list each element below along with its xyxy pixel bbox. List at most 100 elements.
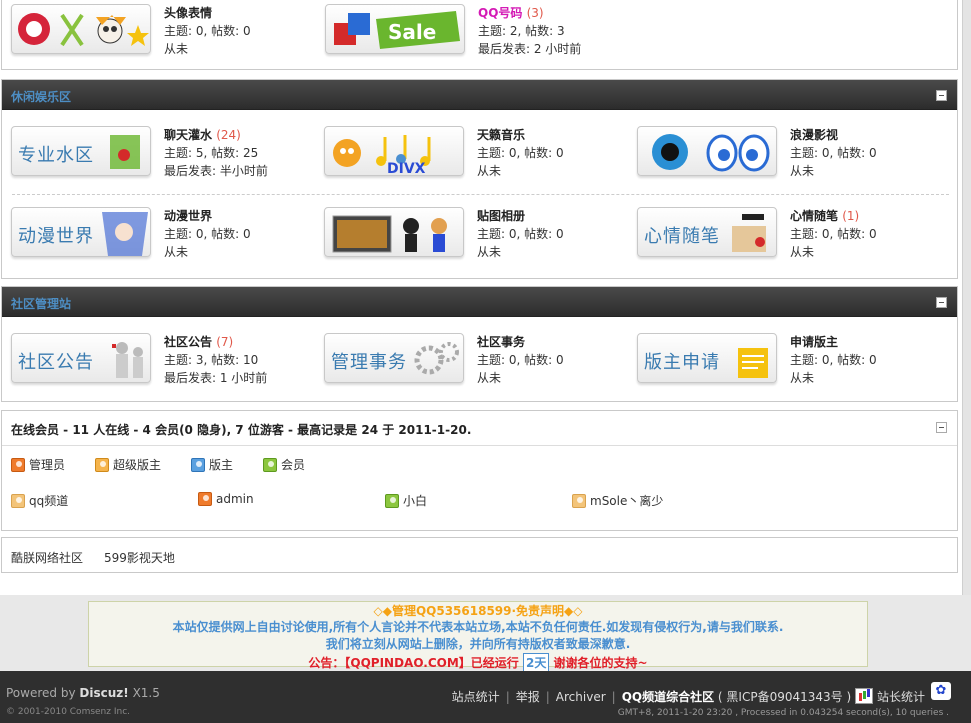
processing-info: GMT+8, 2011-1-20 23:20 , Processed in 0.… [617, 708, 949, 718]
forum-last-post: 从未 [477, 371, 502, 385]
forum-name[interactable]: QQ号码 (3) [478, 4, 544, 21]
gears-icon[interactable]: 管理事务 [324, 333, 464, 383]
online-summary[interactable]: 在线会员 - 11 人在线 - 4 会员(0 隐身), 7 位游客 - 最高记录… [11, 421, 471, 438]
forum-qq-number[interactable]: Sale QQ号码 (3) 主题: 2, 帖数: 3 最后发表: 2 小时前 [316, 0, 626, 58]
forum-stats: 主题: 0, 帖数: 0 [790, 227, 877, 241]
forum-name[interactable]: 聊天灌水 (24) [164, 126, 241, 143]
friend-link[interactable]: 酷朕网络社区 [11, 549, 83, 566]
forum-last-post: 从未 [477, 164, 502, 178]
site-stats-link[interactable]: 站点统计 [452, 690, 500, 704]
member-icon [11, 494, 25, 508]
forum-last-post: 最后发表: 1 小时前 [164, 371, 268, 385]
copyright: © 2001-2010 Comsenz Inc. [6, 707, 131, 717]
forum-stats: 主题: 0, 帖数: 0 [477, 146, 564, 160]
notice-line: 本站仅提供网上自由讨论使用,所有个人言论并不代表本站立场,本站不负任何责任.如发… [172, 620, 784, 634]
eyes-icon[interactable] [637, 126, 777, 176]
section-header[interactable]: 社区管理站 [2, 287, 957, 317]
sale-icon[interactable]: Sale [325, 4, 465, 54]
water-zone-icon[interactable]: 专业水区 [11, 126, 151, 176]
forum-announcements[interactable]: 社区公告 社区公告 (7) 主题: 3, 帖数: 10 最后发表: 1 小时前 [2, 327, 312, 387]
forum-stats: 主题: 0, 帖数: 0 [164, 227, 251, 241]
member-icon [263, 458, 277, 472]
super-moderator-icon [95, 458, 109, 472]
diary-icon[interactable]: 心情随笔 [637, 207, 777, 257]
sale-banner-text: Sale [388, 20, 436, 44]
forum-index-page: 头像表情 主题: 0, 帖数: 0 从未 Sale QQ号码 (3) 主题: 2… [0, 0, 971, 723]
forum-stats: 主题: 0, 帖数: 0 [790, 353, 877, 367]
forum-stats: 主题: 0, 帖数: 0 [164, 24, 251, 38]
forum-stats: 主题: 0, 帖数: 0 [790, 146, 877, 160]
divx-text: DIVX [387, 161, 426, 176]
icp-link[interactable]: ( 黑ICP备09041343号 ) [718, 690, 851, 704]
new-post-count: (7) [216, 335, 234, 349]
online-user[interactable]: qq频道 [11, 492, 68, 508]
forum-name[interactable]: 动漫世界 [164, 207, 212, 224]
site-name-link[interactable]: QQ频道综合社区 [622, 690, 714, 704]
online-user[interactable]: 小白 [385, 492, 427, 508]
forum-last-post: 从未 [790, 164, 815, 178]
vertical-scrollbar[interactable] [962, 0, 971, 595]
friend-link[interactable]: 599影视天地 [104, 549, 175, 566]
footer-links: 站点统计 | 举报 | Archiver | QQ频道综合社区 ( 黑ICP备0904134… [451, 688, 925, 704]
forum-last-post: 最后发表: 半小时前 [164, 164, 268, 178]
section-leisure: 休闲娱乐区 专业水区 聊天灌水 (24) 主题: 5, 帖数: 25 最后发表:… [1, 79, 958, 279]
powered-by[interactable]: Powered by Discuz! X1.5 [6, 686, 160, 700]
section-header[interactable]: 休闲娱乐区 [2, 80, 957, 110]
section-top: 头像表情 主题: 0, 帖数: 0 从未 Sale QQ号码 (3) 主题: 2… [1, 0, 958, 70]
forum-name[interactable]: 心情随笔 (1) [790, 207, 859, 224]
discuz-link[interactable]: Discuz! [79, 686, 128, 700]
legend-admin: 管理员 [11, 456, 65, 472]
forum-name[interactable]: 社区公告 (7) [164, 333, 233, 350]
notice-line: 我们将立刻从网站上删除，并向所有持版权者致最深歉意. [325, 637, 631, 651]
section-title[interactable]: 休闲娱乐区 [11, 88, 71, 105]
forum-chat[interactable]: 专业水区 聊天灌水 (24) 主题: 5, 帖数: 25 最后发表: 半小时前 [2, 120, 312, 180]
disclaimer-notice: ◇◆管理QQ535618599·免责声明◆◇ 本站仅提供网上自由讨论使用,所有个… [88, 601, 868, 672]
online-user[interactable]: admin [198, 492, 254, 508]
collapse-icon[interactable] [936, 422, 947, 433]
forum-name[interactable]: 天籁音乐 [477, 126, 525, 143]
forum-stats: 主题: 0, 帖数: 0 [477, 227, 564, 241]
photo-album-icon[interactable] [324, 207, 464, 257]
forum-diary[interactable]: 心情随笔 心情随笔 (1) 主题: 0, 帖数: 0 从未 [628, 201, 938, 261]
baidu-paw-icon[interactable]: ✿ [931, 682, 951, 700]
archiver-link[interactable]: Archiver [556, 690, 606, 704]
webmaster-stats-link[interactable]: 站长统计 [877, 690, 925, 704]
forum-photos[interactable]: 贴图相册 主题: 0, 帖数: 0 从未 [315, 201, 625, 261]
legend-member: 会员 [263, 456, 305, 472]
announcement-icon[interactable]: 社区公告 [11, 333, 151, 383]
avatar-emoji-icon[interactable] [11, 4, 151, 54]
forum-last-post: 从未 [164, 245, 189, 259]
forum-name[interactable]: 申请版主 [790, 333, 838, 350]
music-divx-icon[interactable]: DIVX [324, 126, 464, 176]
new-post-count: (1) [842, 209, 860, 223]
cnzz-stats-icon[interactable] [855, 688, 874, 704]
section-title[interactable]: 社区管理站 [11, 295, 71, 312]
forum-music[interactable]: DIVX 天籁音乐 主题: 0, 帖数: 0 从未 [315, 120, 625, 180]
footer-bar: Powered by Discuz! X1.5 © 2001-2010 Coms… [0, 671, 971, 723]
member-icon [385, 494, 399, 508]
forum-affairs[interactable]: 管理事务 社区事务 主题: 0, 帖数: 0 从未 [315, 327, 625, 387]
forum-anime[interactable]: 动漫世界 动漫世界 主题: 0, 帖数: 0 从未 [2, 201, 312, 261]
forum-stats: 主题: 3, 帖数: 10 [164, 353, 259, 367]
forum-name[interactable]: 头像表情 [164, 4, 212, 21]
collapse-icon[interactable] [936, 297, 947, 308]
legend-moderator: 版主 [191, 456, 233, 472]
forum-stats: 主题: 2, 帖数: 3 [478, 24, 565, 38]
forum-name[interactable]: 贴图相册 [477, 207, 525, 224]
forum-last-post: 从未 [790, 245, 815, 259]
forum-avatar-emoji[interactable]: 头像表情 主题: 0, 帖数: 0 从未 [2, 0, 312, 58]
online-user[interactable]: mSole丶离少 [572, 492, 663, 508]
collapse-icon[interactable] [936, 90, 947, 101]
admin-user-icon [11, 458, 25, 472]
forum-stats: 主题: 5, 帖数: 25 [164, 146, 259, 160]
moderator-apply-icon[interactable]: 版主申请 [637, 333, 777, 383]
forum-last-post: 从未 [477, 245, 502, 259]
friend-links: 酷朕网络社区 599影视天地 [1, 537, 958, 573]
admin-user-icon [198, 492, 212, 506]
report-link[interactable]: 举报 [516, 690, 540, 704]
forum-name[interactable]: 浪漫影视 [790, 126, 838, 143]
forum-movies[interactable]: 浪漫影视 主题: 0, 帖数: 0 从未 [628, 120, 938, 180]
anime-icon[interactable]: 动漫世界 [11, 207, 151, 257]
forum-apply-moderator[interactable]: 版主申请 申请版主 主题: 0, 帖数: 0 从未 [628, 327, 938, 387]
forum-name[interactable]: 社区事务 [477, 333, 525, 350]
